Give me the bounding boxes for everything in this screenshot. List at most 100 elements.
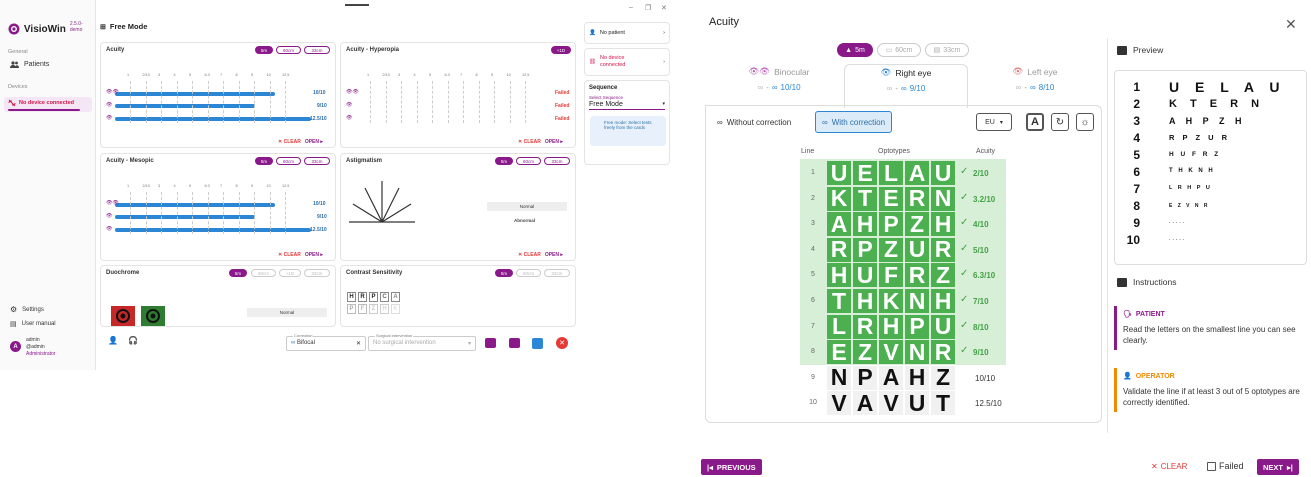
optotype-letter[interactable]: H xyxy=(853,288,877,314)
optotype-letter[interactable]: R xyxy=(827,236,851,262)
optotype-letter[interactable]: N xyxy=(905,339,929,365)
clear-button[interactable]: ✕ CLEAR xyxy=(278,139,301,145)
optotype-letter[interactable]: V xyxy=(827,390,851,416)
chart-standard-select[interactable]: EU ▾ xyxy=(976,113,1012,131)
distance-pill-33cm[interactable]: 33cm xyxy=(304,269,330,277)
optotype-letter[interactable]: A xyxy=(853,390,877,416)
optotype-letter[interactable]: U xyxy=(931,160,955,186)
optotype-letter[interactable]: Z xyxy=(931,364,955,390)
card-duochrome[interactable]: Duochrome 5m 60cm +1D 33cm Normal xyxy=(100,265,336,327)
optotype-letter[interactable]: U xyxy=(827,160,851,186)
clear-button[interactable]: ✕ CLEAR xyxy=(518,139,541,145)
distance-pill-60cm[interactable]: 60cm xyxy=(516,269,541,277)
optotype-letter[interactable]: V xyxy=(879,339,903,365)
optotype-letter[interactable]: F xyxy=(879,262,903,288)
save-icon[interactable] xyxy=(532,338,543,349)
optotype-letter[interactable]: N xyxy=(827,364,851,390)
card-acuity[interactable]: Acuity 5m 60cm 33cm 10/10 9/10 12.5/10 ✕… xyxy=(100,42,336,148)
optotype-letter[interactable]: T xyxy=(931,390,955,416)
clear-button[interactable]: ✕ CLEAR xyxy=(518,252,541,258)
cancel-icon[interactable]: ✕ xyxy=(556,337,568,349)
comment-icon[interactable] xyxy=(485,338,496,348)
window-drag-handle[interactable] xyxy=(345,4,369,6)
optotype-letter[interactable]: L xyxy=(827,313,851,339)
clear-button[interactable]: ✕ CLEAR xyxy=(1151,462,1187,471)
distance-pill-5m[interactable]: 5m xyxy=(495,157,513,165)
optotype-letter[interactable]: N xyxy=(905,288,929,314)
previous-button[interactable]: |◂ PREVIOUS xyxy=(701,459,762,475)
optotype-letter[interactable]: U xyxy=(853,262,877,288)
distance-pill-60cm[interactable]: 60cm xyxy=(276,46,301,54)
distance-pill-33cm[interactable]: 33cm xyxy=(304,46,330,54)
person-add-icon[interactable]: 👤 xyxy=(108,336,118,345)
optotype-letter[interactable]: H xyxy=(931,211,955,237)
optotype-letter[interactable]: T xyxy=(853,185,877,211)
card-hyperopia[interactable]: Acuity - Hyperopia +1D Failed Failed Fai… xyxy=(340,42,576,148)
distance-pill-60cm[interactable]: 60cm xyxy=(276,157,301,165)
distance-pill-33cm[interactable]: 33cm xyxy=(304,157,330,165)
optotype-letter[interactable]: Z xyxy=(879,236,903,262)
optotype-letter[interactable]: P xyxy=(853,236,877,262)
brightness-icon[interactable]: ☼ xyxy=(1076,113,1094,131)
hyperopia-pill[interactable]: +1D xyxy=(279,269,301,277)
distance-pill-60cm[interactable]: 60cm xyxy=(251,269,276,277)
optotype-letter[interactable]: P xyxy=(879,211,903,237)
device-selector[interactable]: ⛓ No device connected › xyxy=(584,48,670,76)
surgical-select[interactable]: Surgical intervention No surgical interv… xyxy=(368,333,476,351)
failed-checkbox[interactable]: Failed xyxy=(1207,461,1244,471)
eye-tab-left[interactable]: 👁 Left eye ∞ - ∞ 8/10 xyxy=(975,66,1095,106)
optotype-letter[interactable]: R xyxy=(853,313,877,339)
next-button[interactable]: NEXT ▸| xyxy=(1257,459,1299,475)
optotype-letter[interactable]: H xyxy=(853,211,877,237)
minimize-button[interactable]: – xyxy=(629,4,633,11)
optotype-letter[interactable]: Z xyxy=(853,339,877,365)
optotype-letter[interactable]: L xyxy=(879,160,903,186)
optotype-letter[interactable]: H xyxy=(905,364,929,390)
card-mesopic[interactable]: Acuity - Mesopic 5m 60cm 33cm 10/10 9/10… xyxy=(100,153,336,261)
correction-select[interactable]: Correction ∞ Bifocal ✕ xyxy=(286,333,366,351)
clear-button[interactable]: ✕ CLEAR xyxy=(278,252,301,258)
optotype-letter[interactable]: R xyxy=(905,262,929,288)
sidebar-item-settings[interactable]: ⚙ Settings xyxy=(10,305,44,314)
open-button[interactable]: OPEN ▸ xyxy=(305,252,323,258)
optotype-letter[interactable]: H xyxy=(879,313,903,339)
card-contrast[interactable]: Contrast Sensitivity 5m 60cm 33cm H R P … xyxy=(340,265,576,327)
optotype-letter[interactable]: P xyxy=(905,313,929,339)
distance-pill-33cm[interactable]: 33cm xyxy=(544,157,570,165)
checkbox-box[interactable] xyxy=(1207,461,1216,471)
with-correction-button[interactable]: ∞ With correction xyxy=(815,111,893,133)
optotype-letter[interactable]: K xyxy=(827,185,851,211)
optotype-letter[interactable]: U xyxy=(905,390,929,416)
close-icon[interactable]: ✕ xyxy=(1285,16,1297,33)
without-correction-button[interactable]: ∞ Without correction xyxy=(711,111,797,133)
eye-tab-right[interactable]: 👁 Right eye ∞ - ∞ 9/10 xyxy=(844,64,968,108)
eye-tab-binocular[interactable]: 👁👁 Binocular ∞ - ∞ 10/10 xyxy=(719,66,839,106)
optotype-letter[interactable]: N xyxy=(931,185,955,211)
sidebar-item-patients[interactable]: Patients xyxy=(10,61,49,68)
optotype-letter[interactable]: U xyxy=(905,236,929,262)
font-toggle-button[interactable]: A xyxy=(1026,113,1044,131)
distance-pill-5m[interactable]: 5m xyxy=(229,269,247,277)
distance-tab-60cm[interactable]: ▭ 60cm xyxy=(877,43,921,57)
optotype-letter[interactable]: E xyxy=(827,339,851,365)
patient-selector[interactable]: 👤 No patient › xyxy=(584,22,670,44)
distance-tab-5m[interactable]: ▲ 5m xyxy=(837,43,873,57)
sidebar-item-no-device[interactable]: No device connected xyxy=(8,99,74,107)
optotype-letter[interactable]: R xyxy=(931,339,955,365)
optotype-letter[interactable]: A xyxy=(905,160,929,186)
optotype-letter[interactable]: Z xyxy=(905,211,929,237)
optotype-letter[interactable]: E xyxy=(879,185,903,211)
optotype-letter[interactable]: R xyxy=(931,236,955,262)
distance-pill-33cm[interactable]: 33cm xyxy=(544,269,570,277)
optotype-letter[interactable]: H xyxy=(931,288,955,314)
refresh-icon[interactable]: ↻ xyxy=(1051,113,1069,131)
optotype-letter[interactable]: R xyxy=(905,185,929,211)
sidebar-item-user-manual[interactable]: ▤ User manual xyxy=(10,320,56,328)
distance-tab-33cm[interactable]: ▤ 33cm xyxy=(925,43,969,57)
sequence-select[interactable]: Free Mode ▾ xyxy=(589,101,665,110)
optotype-letter[interactable]: A xyxy=(879,364,903,390)
open-button[interactable]: OPEN ▸ xyxy=(545,139,563,145)
optotype-letter[interactable]: P xyxy=(853,364,877,390)
optotype-letter[interactable]: H xyxy=(827,262,851,288)
optotype-letter[interactable]: Z xyxy=(931,262,955,288)
